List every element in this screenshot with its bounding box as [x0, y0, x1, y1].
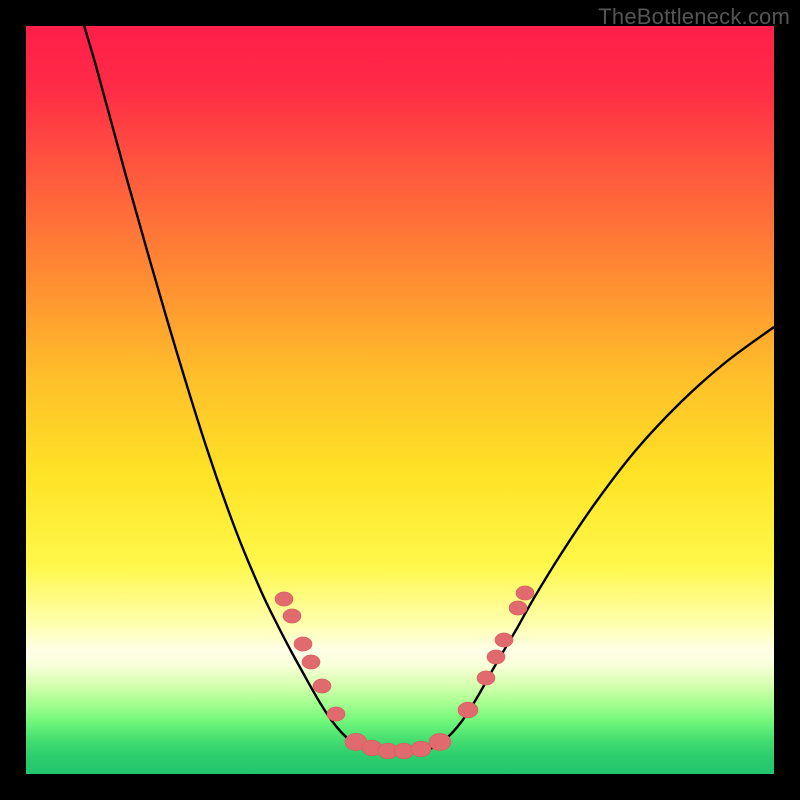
- curve-marker: [411, 741, 431, 757]
- curve-marker: [327, 707, 345, 721]
- bottleneck-curve: [26, 26, 774, 774]
- curve-marker: [477, 671, 495, 685]
- curve-marker: [487, 650, 505, 664]
- curve-marker: [294, 637, 312, 651]
- curve-marker: [429, 733, 451, 750]
- curve-marker: [275, 592, 293, 606]
- curve-marker: [509, 601, 527, 615]
- curve-marker: [458, 702, 478, 718]
- curve-marker: [516, 586, 534, 600]
- curve-marker: [495, 633, 513, 647]
- curve-marker: [302, 655, 320, 669]
- watermark-text: TheBottleneck.com: [598, 4, 790, 30]
- chart-frame: [26, 26, 774, 774]
- curve-marker: [313, 679, 331, 693]
- curve-marker: [283, 609, 301, 623]
